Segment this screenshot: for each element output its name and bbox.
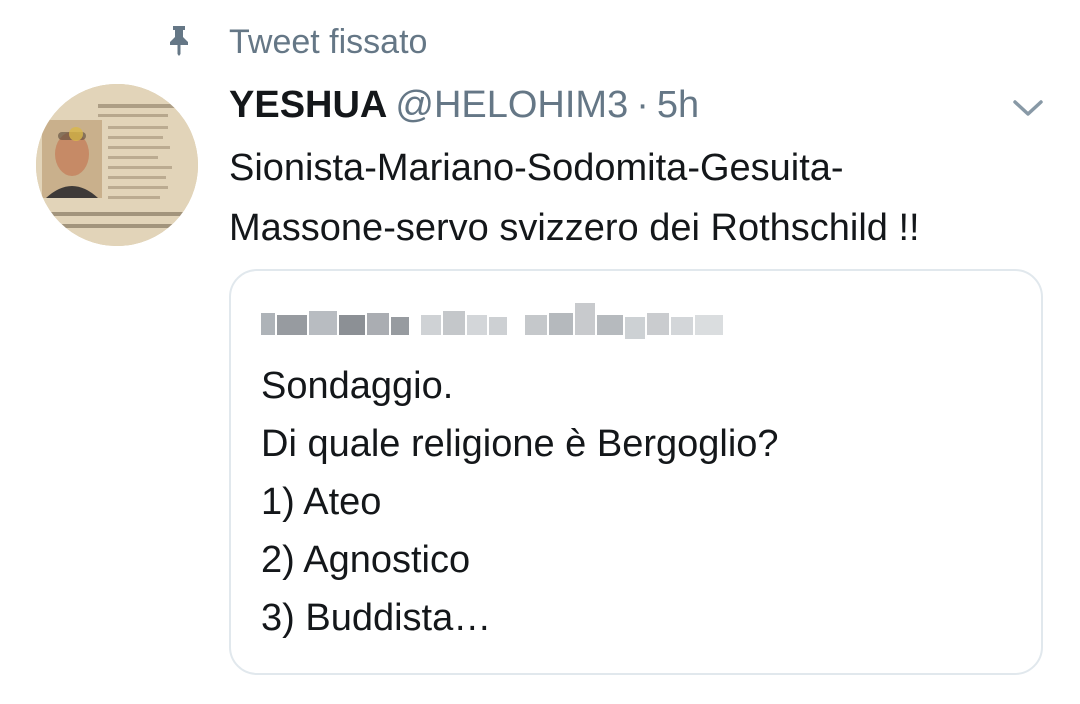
quote-line: 2) Agnostico (261, 539, 471, 581)
pinned-tweet-indicator: Tweet fissato (0, 18, 1080, 66)
avatar[interactable] (36, 84, 198, 246)
tweet-text-line: Massone-servo svizzero dei Rothschild !! (229, 207, 920, 249)
tweet-text-line: Sionista-Mariano-Sodomita-Gesuita- (229, 147, 844, 189)
pinned-label: Tweet fissato (229, 23, 428, 61)
display-name[interactable]: YESHUA (229, 84, 387, 126)
user-handle[interactable]: @HELOHIM3 (395, 84, 628, 126)
quote-line: Sondaggio. (261, 365, 454, 407)
tweet-header: YESHUA @HELOHIM3 · 5h (229, 80, 699, 130)
blurred-author-name (261, 299, 731, 347)
tweet-menu-button[interactable] (1005, 90, 1051, 130)
quote-line: 3) Buddista… (261, 597, 492, 639)
quote-line: 1) Ateo (261, 481, 382, 523)
quote-line: Di quale religione è Bergoglio? (261, 423, 779, 465)
quoted-tweet-card[interactable]: Sondaggio. Di quale religione è Bergogli… (229, 269, 1043, 675)
separator-dot: · (636, 84, 649, 126)
tweet-page: Tweet fissato YESHUA @HELOHIM3 · 5h Sion… (0, 0, 1080, 704)
tweet-timestamp[interactable]: 5h (657, 84, 699, 126)
quoted-tweet-text: Sondaggio. Di quale religione è Bergogli… (261, 357, 1021, 647)
chevron-down-icon (1012, 98, 1044, 123)
pin-icon (166, 24, 192, 56)
tweet-text: Sionista-Mariano-Sodomita-Gesuita- Masso… (229, 138, 1059, 258)
